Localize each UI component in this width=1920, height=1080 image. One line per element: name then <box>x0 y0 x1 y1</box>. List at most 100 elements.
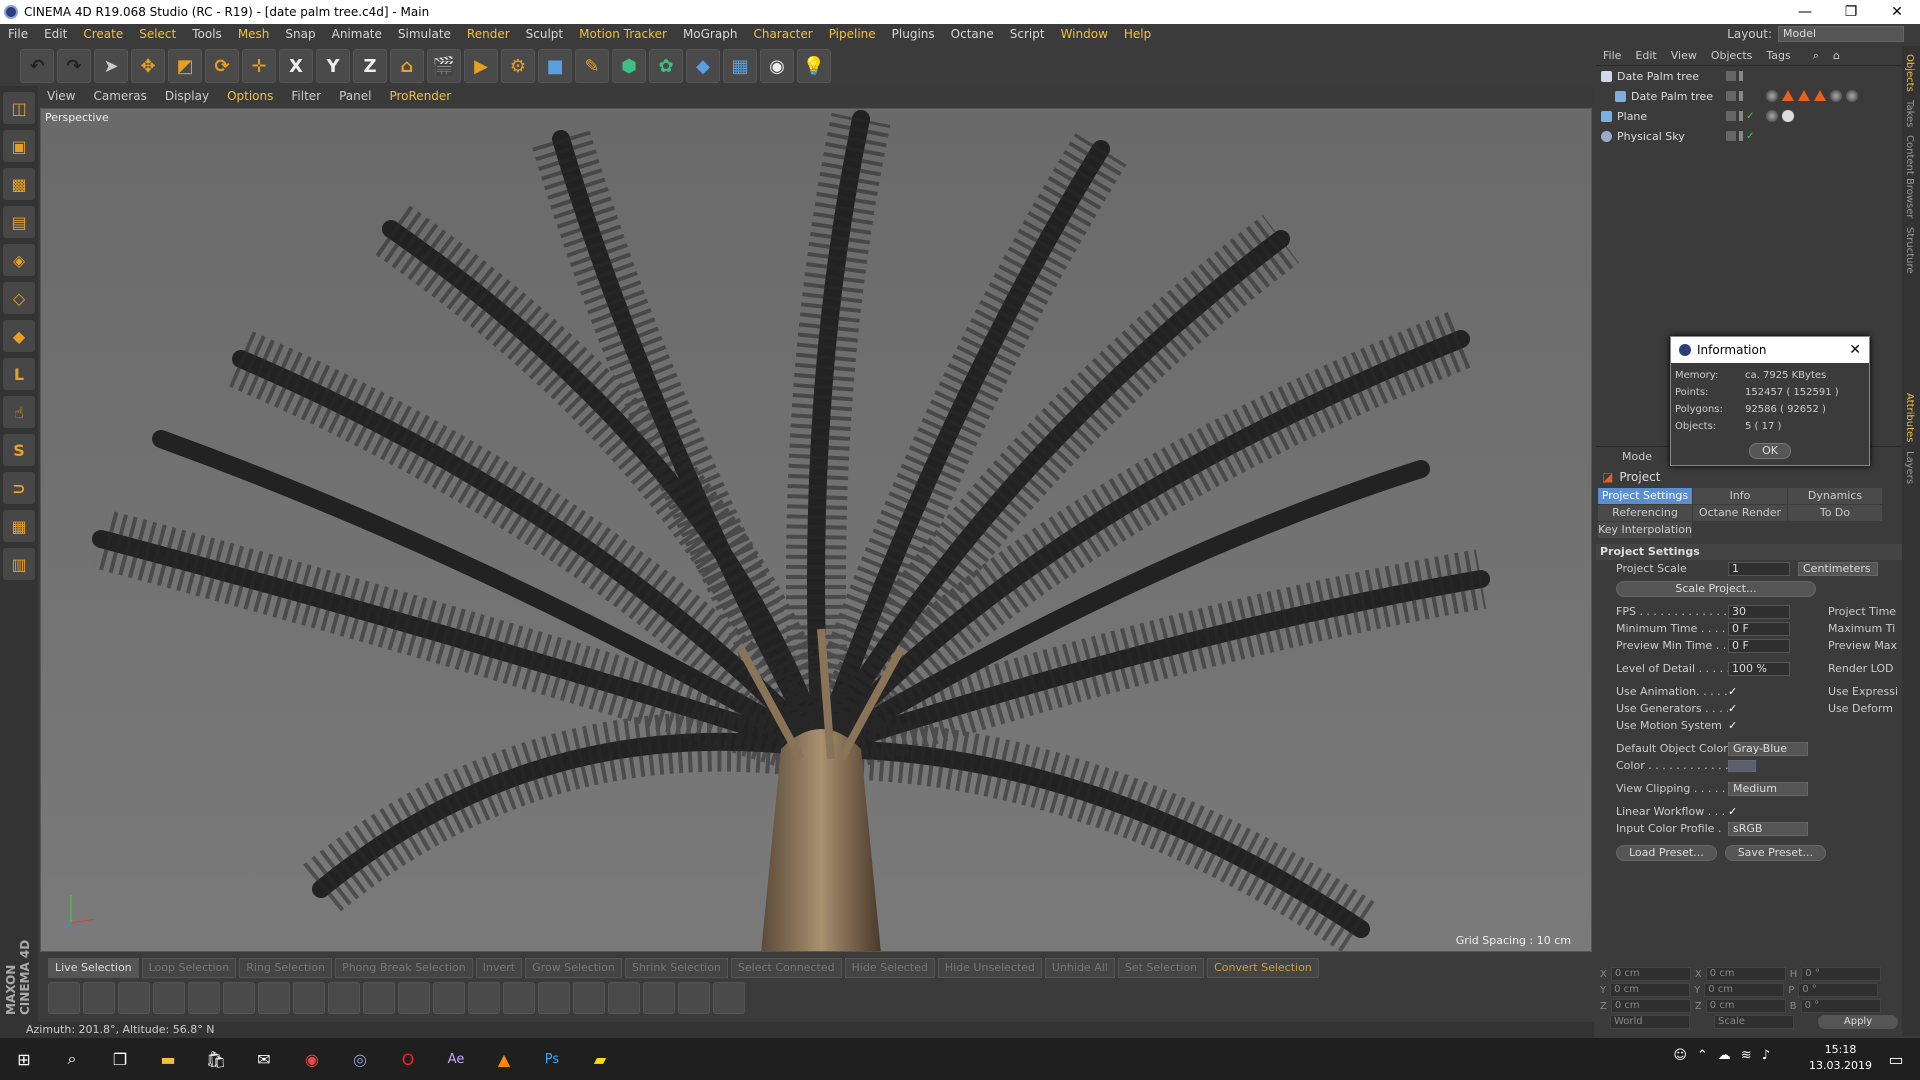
material-tags[interactable] <box>1766 110 1794 122</box>
size-x-input[interactable]: 0 cm <box>1705 967 1786 981</box>
use-generators-checkbox[interactable]: ✓ <box>1728 702 1740 715</box>
objects-menu-objects[interactable]: Objects <box>1704 49 1760 62</box>
side-tab-layers[interactable]: Layers <box>1904 451 1915 484</box>
plane-cut-icon[interactable] <box>363 982 395 1014</box>
snapping-icon[interactable]: ⊃ <box>3 472 35 504</box>
enabled-check-icon[interactable]: ✓ <box>1746 131 1754 142</box>
layout-dropdown[interactable]: Model <box>1778 26 1904 42</box>
scale-dropdown[interactable]: Scale <box>1714 1015 1794 1029</box>
minimum-time-input[interactable]: 0 F <box>1728 621 1790 636</box>
tweak-mode-icon[interactable]: ☝ <box>3 396 35 428</box>
stitch-tool-icon[interactable] <box>503 982 535 1014</box>
brush-tool-icon[interactable] <box>83 982 115 1014</box>
magnet-tool-icon[interactable] <box>538 982 570 1014</box>
home-icon[interactable]: ⌂ <box>1826 49 1847 62</box>
texture-tag-icon[interactable] <box>1766 90 1778 102</box>
iron-tool-icon[interactable] <box>573 982 605 1014</box>
material-tag-icon[interactable] <box>1766 110 1778 122</box>
tab-octane-render[interactable]: Octane Render <box>1693 505 1787 521</box>
project-scale-unit-dropdown[interactable]: Centimeters <box>1798 561 1878 576</box>
close-icon[interactable]: ✕ <box>1849 342 1861 358</box>
invert-button[interactable]: Invert <box>475 958 523 978</box>
menu-animate[interactable]: Animate <box>324 27 390 41</box>
color-swatch[interactable] <box>1728 759 1756 772</box>
selection-tag-icon[interactable] <box>1798 90 1810 101</box>
grow-selection-button[interactable]: Grow Selection <box>525 958 622 978</box>
select-tool-icon[interactable]: ➤ <box>94 49 128 83</box>
rotation-p-input[interactable]: 0 ° <box>1798 983 1879 997</box>
tab-to-do[interactable]: To Do <box>1788 505 1882 521</box>
ok-button[interactable]: OK <box>1749 443 1791 459</box>
material-tag-icon[interactable] <box>1782 110 1794 122</box>
z-axis-lock-icon[interactable]: Z <box>353 49 387 83</box>
taskbar-clock[interactable]: 15:18 13.03.2019 <box>1809 1042 1872 1074</box>
chrome-icon[interactable]: ◉ <box>288 1038 336 1080</box>
spline-tool-icon[interactable] <box>48 982 80 1014</box>
tab-project-settings[interactable]: Project Settings <box>1598 488 1692 504</box>
size-z-input[interactable]: 0 cm <box>1705 999 1786 1013</box>
model-mode-icon[interactable]: ▣ <box>3 130 35 162</box>
viewport-menu-panel[interactable]: Panel <box>330 89 380 103</box>
tab-key-interpolation[interactable]: Key Interpolation <box>1598 522 1692 538</box>
chevron-up-icon[interactable]: ⌃ <box>1697 1048 1708 1063</box>
floor-icon[interactable]: ▦ <box>723 49 757 83</box>
material-tag-icon[interactable] <box>1846 90 1858 102</box>
opera-icon[interactable]: O <box>384 1038 432 1080</box>
menu-simulate[interactable]: Simulate <box>390 27 459 41</box>
light-icon[interactable]: 💡 <box>797 49 831 83</box>
menu-help[interactable]: Help <box>1116 27 1159 41</box>
menu-mesh[interactable]: Mesh <box>230 27 278 41</box>
menu-octane[interactable]: Octane <box>943 27 1002 41</box>
select-connected-button[interactable]: Select Connected <box>730 958 842 978</box>
pen-spline-icon[interactable]: ✎ <box>575 49 609 83</box>
visibility-flags[interactable] <box>1726 71 1743 81</box>
extrude-tool-icon[interactable] <box>188 982 220 1014</box>
mail-icon[interactable]: ✉ <box>240 1038 288 1080</box>
workplane-lock-icon[interactable]: ▦ <box>3 510 35 542</box>
camera-icon[interactable]: ◉ <box>760 49 794 83</box>
mirror-tool-icon[interactable] <box>608 982 640 1014</box>
live-selection-button[interactable]: Live Selection <box>48 958 139 978</box>
close-icon[interactable]: ✕ <box>1874 0 1920 24</box>
store-icon[interactable]: 🛍 <box>192 1038 240 1080</box>
viewport-menu-prorender[interactable]: ProRender <box>380 89 460 103</box>
menu-select[interactable]: Select <box>131 27 184 41</box>
objects-menu-edit[interactable]: Edit <box>1628 49 1663 62</box>
render-view-icon[interactable]: 🎬 <box>427 49 461 83</box>
clone-tool-icon[interactable] <box>678 982 710 1014</box>
extrude-inner-icon[interactable] <box>223 982 255 1014</box>
vlc-icon[interactable]: ▲ <box>480 1038 528 1080</box>
after-effects-icon[interactable]: Ae <box>432 1038 480 1080</box>
line-cut-icon[interactable] <box>328 982 360 1014</box>
side-tab-takes[interactable]: Takes <box>1904 100 1915 127</box>
visibility-flags[interactable]: ✓ <box>1726 130 1754 142</box>
use-motion-checkbox[interactable]: ✓ <box>1728 719 1740 732</box>
menu-sculpt[interactable]: Sculpt <box>518 27 571 41</box>
bridge-tool-icon[interactable] <box>153 982 185 1014</box>
view-clipping-dropdown[interactable]: Medium <box>1728 781 1808 796</box>
array-tool-icon[interactable] <box>643 982 675 1014</box>
enabled-check-icon[interactable]: ✓ <box>1746 111 1754 122</box>
side-tab-content-browser[interactable]: Content Browser <box>1904 135 1915 218</box>
make-editable-icon[interactable]: ◫ <box>3 92 35 124</box>
object-row[interactable]: Physical Sky ✓ <box>1596 126 1902 146</box>
linear-workflow-checkbox[interactable]: ✓ <box>1728 805 1740 818</box>
side-tab-attributes[interactable]: Attributes <box>1904 393 1915 442</box>
slide-tool-icon[interactable] <box>468 982 500 1014</box>
polygon-pen-icon[interactable] <box>398 982 430 1014</box>
search-icon[interactable]: ⌕ <box>48 1038 96 1080</box>
deformer-icon[interactable]: ◆ <box>686 49 720 83</box>
edges-mode-icon[interactable]: ◇ <box>3 282 35 314</box>
subdivision-icon[interactable]: ⬢ <box>612 49 646 83</box>
render-picture-viewer-icon[interactable]: ▶ <box>464 49 498 83</box>
x-axis-lock-icon[interactable]: X <box>279 49 313 83</box>
menu-file[interactable]: File <box>0 27 36 41</box>
search-icon[interactable]: ⌕ <box>1806 49 1826 63</box>
polygons-mode-icon[interactable]: ◆ <box>3 320 35 352</box>
material-tags[interactable] <box>1766 90 1858 102</box>
default-color-dropdown[interactable]: Gray-Blue <box>1728 741 1808 756</box>
object-row[interactable]: Plane ✓ <box>1596 106 1902 126</box>
knife-tool-icon[interactable] <box>118 982 150 1014</box>
shrink-selection-button[interactable]: Shrink Selection <box>624 958 728 978</box>
solo-mode-icon[interactable]: S <box>3 434 35 466</box>
